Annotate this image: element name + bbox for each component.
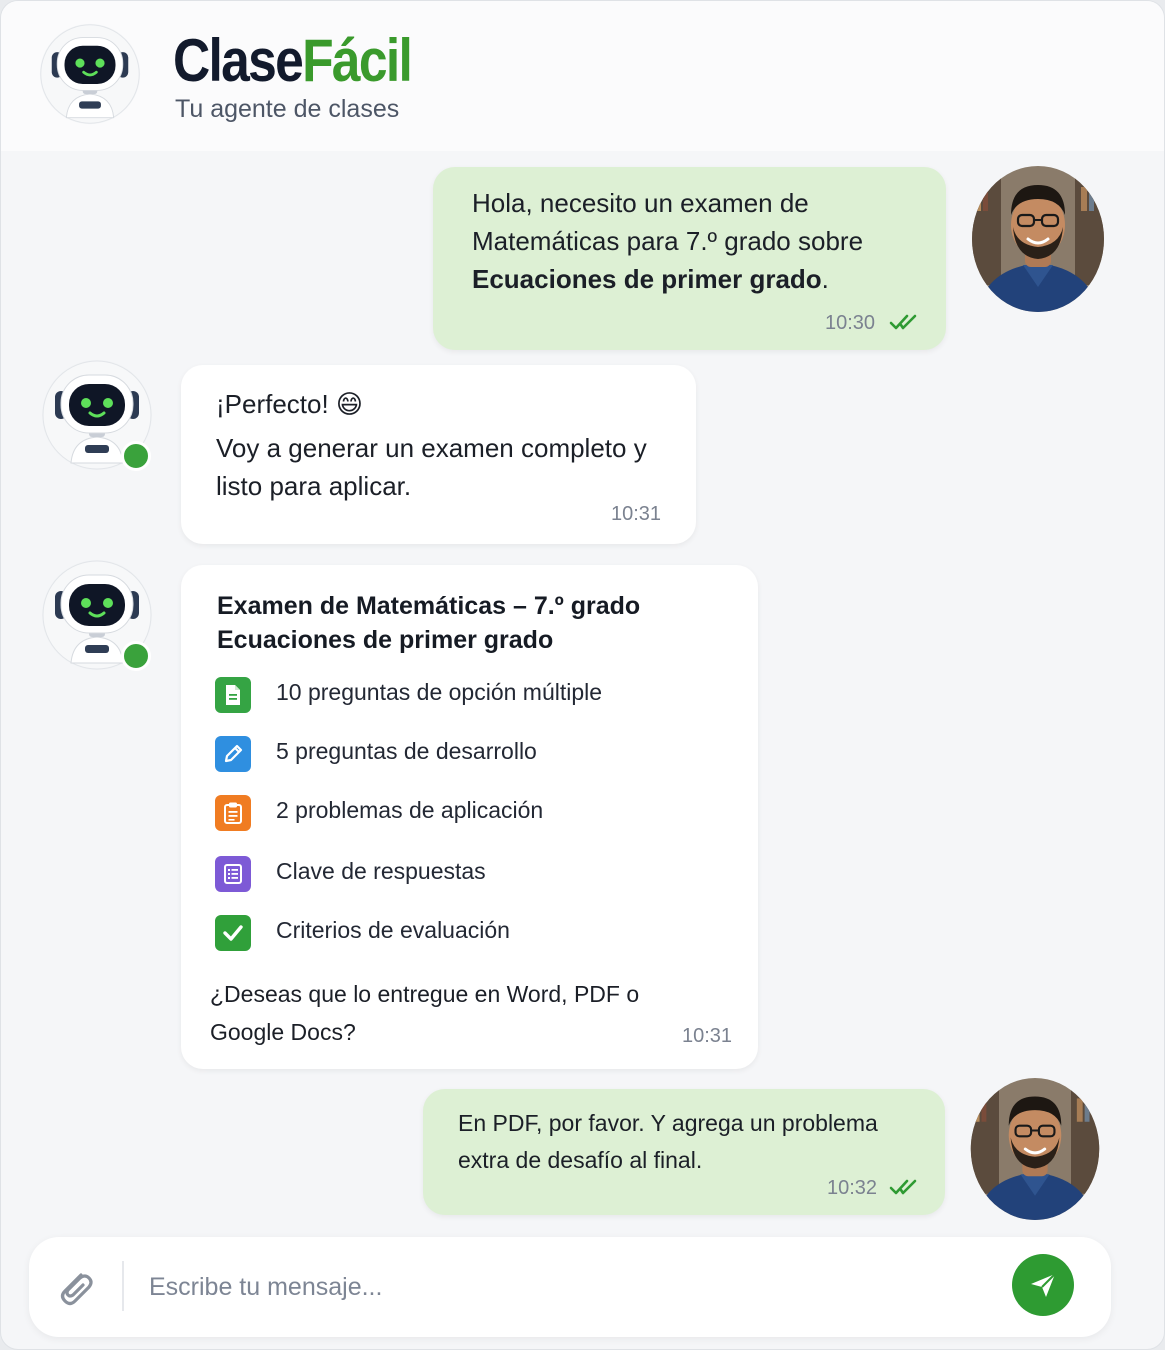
paper-plane-icon — [1031, 1273, 1056, 1297]
message-timestamp: 10:32 — [827, 1177, 878, 1199]
message-line: listo para aplicar. — [216, 471, 412, 501]
message-text: ¡Perfecto! 😄 Voy a generar un examen com… — [216, 385, 647, 505]
input-divider — [122, 1261, 124, 1311]
app-header: ClaseFácil Tu agente de clases — [1, 1, 1164, 151]
exam-subtitle-line: Ecuaciones de primer grado — [217, 626, 554, 654]
list-icon — [215, 856, 251, 892]
exam-feature-item: 10 preguntas de opción múltiple — [215, 677, 715, 715]
brand-subtitle: Tu agente de clases — [175, 95, 400, 123]
message-input[interactable] — [149, 1261, 969, 1313]
message-line: Ecuaciones de primer grado. — [472, 260, 863, 298]
user-message-bubble: En PDF, por favor. Y agrega un problema … — [423, 1089, 945, 1215]
user-avatar — [969, 1077, 1101, 1221]
exam-feature-item: Criterios de evaluación — [215, 915, 715, 953]
message-text-end: . — [821, 264, 829, 294]
message-line: Voy a generar un examen completo y — [216, 433, 647, 463]
pencil-icon — [215, 736, 251, 772]
brand-title-part1: Clase — [173, 27, 304, 94]
message-line: Hola, necesito un examen de — [472, 188, 809, 218]
exam-feature-item: 2 problemas de aplicación — [215, 795, 715, 833]
message-line: ¿Deseas que lo entregue en Word, PDF o — [210, 981, 640, 1007]
message-bold-text: Ecuaciones de primer grado — [472, 264, 822, 294]
online-status-indicator — [121, 441, 151, 471]
bot-avatar — [41, 359, 153, 471]
exam-feature-label: 10 preguntas de opción múltiple — [276, 679, 603, 705]
user-avatar — [971, 165, 1105, 313]
exam-feature-label: Clave de respuestas — [276, 858, 486, 884]
message-line: ¡Perfecto! 😄 — [216, 389, 364, 419]
message-timestamp: 10:31 — [682, 1025, 733, 1047]
brand-title: ClaseFácil — [173, 27, 413, 95]
clipboard-icon — [215, 795, 251, 831]
bot-avatar — [41, 559, 153, 671]
paperclip-icon[interactable] — [51, 1263, 99, 1311]
chat-window: ClaseFácil Tu agente de clases Hola, nec… — [0, 0, 1165, 1350]
message-line: Matemáticas para 7.º grado sobre — [472, 226, 864, 256]
message-composer — [29, 1237, 1111, 1337]
exam-title-line: Examen de Matemáticas – 7.º grado — [217, 592, 641, 620]
document-icon — [215, 677, 251, 713]
message-line: extra de desafío al final. — [458, 1147, 703, 1173]
message-timestamp: 10:31 — [611, 503, 662, 525]
brand-title-part2: Fácil — [302, 27, 413, 94]
message-line: Google Docs? — [210, 1019, 356, 1045]
checkmark-icon — [215, 915, 251, 951]
message-text: Hola, necesito un examen de Matemáticas … — [472, 184, 863, 298]
exam-feature-label: 2 problemas de aplicación — [276, 797, 544, 823]
exam-feature-label: Criterios de evaluación — [276, 917, 510, 943]
user-message-bubble: Hola, necesito un examen de Matemáticas … — [433, 167, 946, 350]
exam-feature-label: 5 preguntas de desarrollo — [276, 738, 537, 764]
message-text: En PDF, por favor. Y agrega un problema … — [458, 1105, 878, 1179]
exam-feature-item: Clave de respuestas — [215, 856, 715, 894]
online-status-indicator — [121, 641, 151, 671]
exam-feature-item: 5 preguntas de desarrollo — [215, 736, 715, 774]
exam-card-title: Examen de Matemáticas – 7.º grado Ecuaci… — [217, 589, 640, 657]
robot-logo-icon — [39, 23, 141, 125]
double-check-icon — [889, 1179, 917, 1195]
double-check-icon — [889, 314, 917, 330]
exam-summary-card: Examen de Matemáticas – 7.º grado Ecuaci… — [181, 565, 758, 1069]
message-timestamp: 10:30 — [825, 312, 876, 334]
send-button[interactable] — [1012, 1254, 1074, 1316]
format-question: ¿Deseas que lo entregue en Word, PDF o G… — [210, 975, 639, 1051]
bot-message-bubble: ¡Perfecto! 😄 Voy a generar un examen com… — [181, 365, 696, 544]
message-line: En PDF, por favor. Y agrega un problema — [458, 1110, 878, 1136]
message-list[interactable]: Hola, necesito un examen de Matemáticas … — [1, 149, 1136, 1234]
